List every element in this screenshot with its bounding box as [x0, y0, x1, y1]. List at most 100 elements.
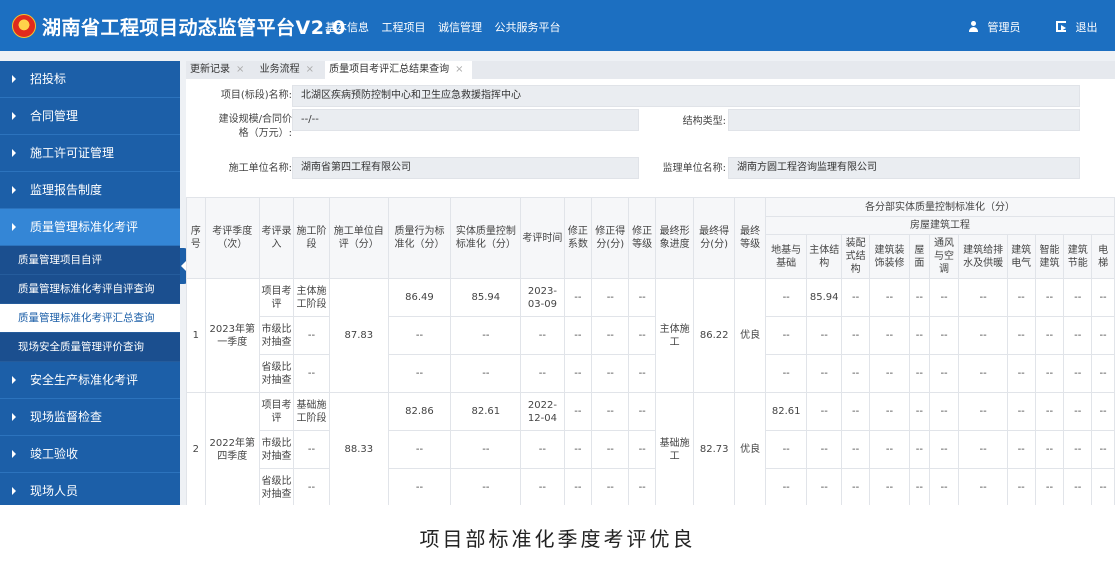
cell-corr-score: --	[591, 278, 630, 317]
cell-entity: 85.94	[450, 278, 522, 317]
cell-coef: --	[563, 316, 593, 355]
sidebar-item-label: 合同管理	[30, 109, 79, 123]
cell-season: 2023年第一季度	[204, 278, 261, 393]
cell-entity: --	[450, 316, 522, 355]
tab-label: 更新记录	[190, 64, 230, 75]
nav-basic-info[interactable]: 基本信息	[325, 21, 369, 34]
sidebar-item-quality-standard[interactable]: 质量管理标准化考评	[0, 209, 180, 246]
col-header: 修正等级	[628, 197, 657, 279]
cell-corr-level: --	[628, 430, 657, 469]
col-header: 最终得分(分)	[693, 197, 736, 279]
tab-label: 质量项目考评汇总结果查询	[329, 64, 450, 75]
sidebar-item-site-staff[interactable]: 现场人员	[0, 473, 180, 505]
table-row: 市级比对抽查 -- -- -- -- -- -- -- -- -- -- -- -- -- -- -- -- --…	[187, 430, 1115, 469]
cell-sub-score: --	[1063, 392, 1093, 431]
tab-business-flow[interactable]: 业务流程 ×	[256, 61, 322, 79]
cell-sub-score: --	[806, 430, 843, 469]
cell-sub-score: --	[909, 354, 930, 393]
cell-progress: 主体施工	[655, 278, 695, 393]
cell-sub-score: --	[765, 278, 808, 317]
cell-sub-score: --	[958, 468, 1008, 505]
col-header: 修正系数	[563, 197, 593, 279]
close-icon[interactable]: ×	[306, 64, 314, 75]
col-header: 序号	[186, 197, 206, 279]
col-header: 施工阶段	[292, 197, 330, 279]
cell-sub-score: --	[841, 468, 870, 505]
nav-credit[interactable]: 诚信管理	[438, 21, 482, 34]
scale-label: 建设规模/合同价 格（万元）:	[186, 113, 292, 141]
triangle-right-icon	[12, 186, 16, 194]
cell-behavior: 86.49	[387, 278, 452, 317]
cell-entry: 省级比对抽查	[259, 468, 294, 505]
col-header: 实体质量控制标准化（分）	[450, 197, 522, 279]
sub-col-header: 屋面	[909, 234, 930, 279]
sidebar-item-supervision-report[interactable]: 监理报告制度	[0, 172, 180, 209]
cell-seq: 2	[186, 392, 206, 505]
cell-sub-score: --	[1034, 392, 1065, 431]
cell-sub-score: --	[765, 354, 808, 393]
triangle-right-icon	[12, 223, 16, 231]
tab-update-log[interactable]: 更新记录 ×	[186, 61, 252, 79]
project-name-label: 项目(标段)名称:	[220, 90, 292, 101]
col-header: 质量行为标准化（分）	[387, 197, 452, 279]
sidebar-item-label: 招投标	[30, 72, 67, 86]
sidebar-item-site-inspection[interactable]: 现场监督检查	[0, 399, 180, 436]
cell-sub-score: --	[765, 430, 808, 469]
cell-sub-score: --	[1091, 354, 1115, 393]
triangle-right-icon	[12, 450, 16, 458]
sidebar-item-safety-standard[interactable]: 安全生产标准化考评	[0, 362, 180, 399]
subgroup-header: 房屋建筑工程	[765, 216, 1115, 235]
project-name-field: 北湖区疾病预防控制中心和卫生应急救援指挥中心	[292, 85, 1080, 107]
cell-time: 2022-12-04	[520, 392, 565, 431]
cell-sub-score: --	[928, 430, 960, 469]
cell-sub-score: --	[1034, 278, 1065, 317]
cell-coef: --	[563, 278, 593, 317]
cell-behavior: 82.86	[387, 392, 452, 431]
cell-sub-score: --	[1091, 316, 1115, 355]
sub-col-header: 装配式结构	[841, 234, 870, 279]
cell-sub-score: --	[958, 430, 1008, 469]
cell-final-level: 优良	[734, 278, 767, 393]
cell-sub-score: --	[841, 316, 870, 355]
top-nav: 基本信息 工程项目 诚信管理 公共服务平台	[325, 19, 570, 35]
sidebar-sub-summary-query[interactable]: 质量管理标准化考评汇总查询	[0, 304, 180, 333]
sidebar-item-label: 现场监督检查	[30, 410, 103, 424]
cell-corr-score: --	[591, 430, 630, 469]
tab-summary-query[interactable]: 质量项目考评汇总结果查询 ×	[325, 61, 472, 79]
triangle-right-icon	[12, 149, 16, 157]
sub-col-header: 建筑电气	[1006, 234, 1036, 279]
sidebar-sub-self-eval-query[interactable]: 质量管理标准化考评自评查询	[0, 275, 180, 304]
sidebar-item-label: 施工许可证管理	[30, 146, 115, 160]
user-menu[interactable]: 管理员	[968, 19, 1021, 35]
sidebar-sub-self-eval[interactable]: 质量管理项目自评	[0, 246, 180, 275]
table-row: 市级比对抽查 -- -- -- -- -- -- -- -- -- -- -- -- -- -- -- -- --…	[187, 316, 1115, 355]
cell-sub-score: --	[765, 316, 808, 355]
cell-sub-score: --	[806, 468, 843, 505]
sub-col-header: 地基与基础	[765, 234, 808, 279]
cell-coef: --	[563, 468, 593, 505]
sidebar-item-bidding[interactable]: 招投标	[0, 61, 180, 98]
sidebar-item-acceptance[interactable]: 竣工验收	[0, 436, 180, 473]
cell-final-level: 优良	[734, 392, 767, 505]
cell-entry: 省级比对抽查	[259, 354, 294, 393]
cell-behavior: --	[387, 354, 452, 393]
cell-corr-score: --	[591, 354, 630, 393]
cell-entity: 82.61	[450, 392, 522, 431]
triangle-right-icon	[12, 487, 16, 495]
close-icon[interactable]: ×	[455, 64, 463, 75]
nav-projects[interactable]: 工程项目	[382, 21, 426, 34]
cell-self-score: 87.83	[328, 278, 389, 393]
cell-corr-score: --	[591, 468, 630, 505]
sidebar-item-permit[interactable]: 施工许可证管理	[0, 135, 180, 172]
cell-coef: --	[563, 392, 593, 431]
cell-sub-score: --	[868, 354, 911, 393]
cell-sub-score: --	[868, 430, 911, 469]
nav-public-service[interactable]: 公共服务平台	[495, 21, 561, 34]
sidebar-sub-site-safety-query[interactable]: 现场安全质量管理评价查询	[0, 333, 180, 362]
cell-sub-score: --	[1006, 354, 1036, 393]
col-header: 最终形象进度	[655, 197, 695, 279]
sidebar-item-contract[interactable]: 合同管理	[0, 98, 180, 135]
cell-sub-score: --	[1063, 430, 1093, 469]
logout-button[interactable]: 退出	[1056, 19, 1098, 35]
close-icon[interactable]: ×	[236, 64, 244, 75]
